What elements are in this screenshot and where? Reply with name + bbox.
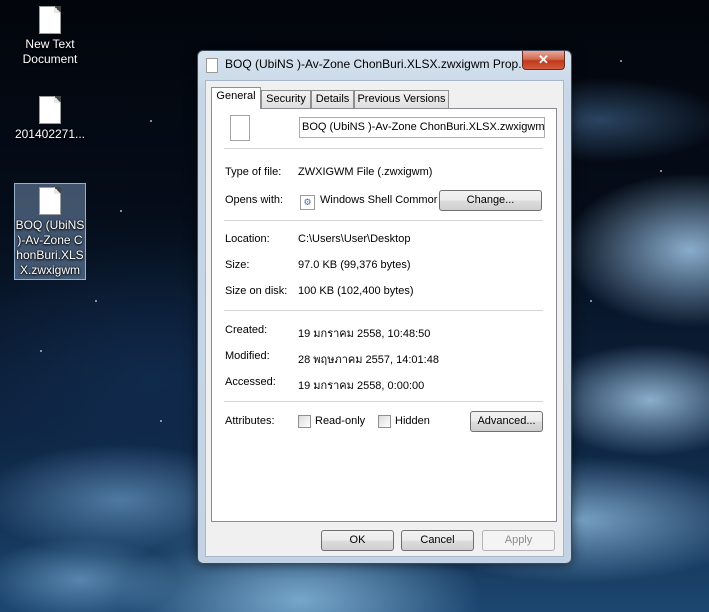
opens-with-value: Windows Shell Commor xyxy=(320,194,438,206)
star xyxy=(95,300,97,302)
divider xyxy=(224,310,543,311)
size-on-disk-value: 100 KB (102,400 bytes) xyxy=(298,285,414,297)
created-value: 19 มกราคม 2558, 10:48:50 xyxy=(298,328,431,340)
desktop-icon-20140227[interactable]: 20140227​1... xyxy=(14,96,86,142)
shell-app-icon: ⚙ xyxy=(300,195,315,210)
ok-button[interactable]: OK xyxy=(321,530,394,551)
file-icon xyxy=(206,58,218,73)
tab-previous-versions[interactable]: Previous Versions xyxy=(354,90,449,108)
star xyxy=(620,60,622,62)
tab-details[interactable]: Details xyxy=(311,90,354,108)
star xyxy=(150,120,152,122)
opens-with-label: Opens with: xyxy=(225,194,284,206)
document-icon xyxy=(39,187,61,215)
divider xyxy=(224,401,543,402)
hidden-checkbox[interactable] xyxy=(378,415,391,428)
type-value: ZWXIGWM File (.zwxigwm) xyxy=(298,166,433,178)
modified-value: 28 พฤษภาคม 2557, 14:01:48 xyxy=(298,354,439,366)
window-title: BOQ (UbiNS )-Av-Zone ChonBuri.XLSX.zwxig… xyxy=(225,57,521,71)
advanced-button[interactable]: Advanced... xyxy=(470,411,543,432)
star xyxy=(120,210,122,212)
accessed-value: 19 มกราคม 2558, 0:00:00 xyxy=(298,380,425,392)
star xyxy=(590,300,592,302)
type-label: Type of file: xyxy=(225,166,282,178)
readonly-checkbox[interactable] xyxy=(298,415,311,428)
change-button[interactable]: Change... xyxy=(439,190,542,211)
desktop-icon-label: New Text Document xyxy=(22,37,78,66)
attributes-label: Attributes: xyxy=(225,415,275,427)
accessed-label: Accessed: xyxy=(225,376,276,388)
file-icon xyxy=(230,115,250,141)
divider xyxy=(224,148,543,149)
close-button[interactable]: ✕ xyxy=(522,51,565,70)
title-bar[interactable]: BOQ (UbiNS )-Av-Zone ChonBuri.XLSX.zwxig… xyxy=(198,51,571,77)
file-name-field[interactable]: BOQ (UbiNS )-Av-Zone ChonBuri.XLSX.zwxig… xyxy=(299,117,545,138)
desktop-icon-label: 20140227​1... xyxy=(14,127,86,141)
created-label: Created: xyxy=(225,324,268,336)
star xyxy=(160,420,162,422)
tab-security[interactable]: Security xyxy=(261,90,311,108)
location-value: C:\Users\User\Desktop xyxy=(298,233,411,245)
dialog-client: General Security Details Previous Versio… xyxy=(205,80,564,557)
divider xyxy=(224,220,543,221)
star xyxy=(660,170,662,172)
apply-button[interactable]: Apply xyxy=(482,530,555,551)
desktop-icon-new-text-document[interactable]: New Text Document xyxy=(14,6,86,67)
document-icon xyxy=(39,6,61,34)
hidden-label[interactable]: Hidden xyxy=(395,415,430,427)
location-label: Location: xyxy=(225,233,270,245)
size-label: Size: xyxy=(225,259,250,271)
document-icon xyxy=(39,96,61,124)
desktop-icon-label: BOQ (UbiNS )-Av-Zone ChonBuri.XLSX.zwxig… xyxy=(15,218,85,277)
readonly-label[interactable]: Read-only xyxy=(315,415,365,427)
star xyxy=(40,350,42,352)
general-panel: BOQ (UbiNS )-Av-Zone ChonBuri.XLSX.zwxig… xyxy=(211,108,557,522)
properties-window: BOQ (UbiNS )-Av-Zone ChonBuri.XLSX.zwxig… xyxy=(197,50,572,564)
modified-label: Modified: xyxy=(225,350,270,362)
size-on-disk-label: Size on disk: xyxy=(225,285,288,297)
desktop-icon-boq-file[interactable]: BOQ (UbiNS )-Av-Zone ChonBuri.XLSX.zwxig… xyxy=(14,183,86,280)
size-value: 97.0 KB (99,376 bytes) xyxy=(298,259,411,271)
tab-general[interactable]: General xyxy=(211,87,261,109)
cancel-button[interactable]: Cancel xyxy=(401,530,474,551)
